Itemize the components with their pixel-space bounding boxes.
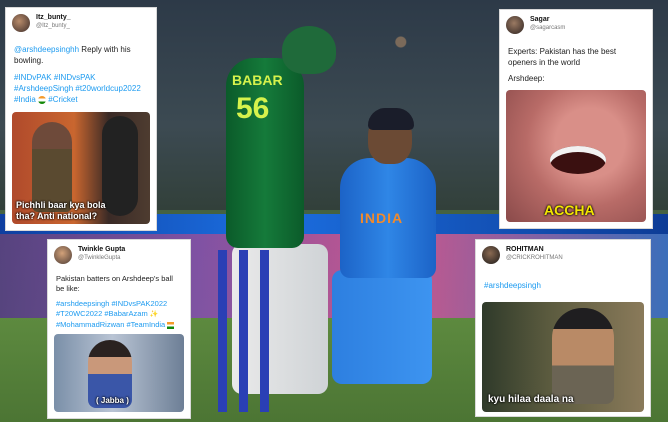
meme-caption: Pichhli baar kya bola tha? Anti national… [16,200,106,221]
tweet-card-itz-bunty[interactable]: Itz_bunty_ @Itz_bunty_ @arshdeepsinghh R… [6,8,156,230]
tweet-meme-image[interactable]: Pichhli baar kya bola tha? Anti national… [12,112,150,224]
hashtags-line-3: #India #Cricket [14,95,78,104]
batter-shirt-number: 56 [236,92,270,125]
avatar[interactable] [482,246,500,264]
hashtags-line-2[interactable]: #ArshdeepSingh #t20worldcup2022 [14,83,148,94]
meme-caption: ( Jabba ) [96,396,129,405]
batter-helmet [282,26,336,74]
tweet-meme-image[interactable]: ACCHA [506,90,646,222]
tweet-card-twinkle-gupta[interactable]: Twinkle Gupta @TwinkleGupta Pakistan bat… [48,240,190,418]
avatar[interactable] [506,16,524,34]
hashtag-link[interactable]: #arshdeepsingh [484,280,642,291]
meme-person [32,122,72,212]
india-flag-icon [38,95,47,104]
hashtags-line-1[interactable]: #INDvPAK #INDvsPAK [14,72,148,83]
meme-caption: ACCHA [544,202,595,218]
batter-shirt-name: BABAR [232,72,283,88]
tweet-author-name[interactable]: Twinkle Gupta [78,246,125,253]
bowler-shirt-text: INDIA [360,210,404,226]
avatar[interactable] [54,246,72,264]
tweet-author-name[interactable]: Sagar [530,16,549,23]
avatar[interactable] [12,14,30,32]
tweet-author-name[interactable]: ROHITMAN [506,246,544,253]
tweet-author-handle[interactable]: @TwinkleGupta [78,255,120,261]
tweet-text: @arshdeepsinghh Reply with his bowling. [14,45,131,65]
meme-caption: kyu hilaa daala na [488,394,574,405]
tweet-author-handle[interactable]: @CRICKROHITMAN [506,255,563,261]
meme-person [552,308,614,404]
hashtags-line-3: #MohammadRizwan #TeamIndia [56,320,182,330]
sparkle-emoji-icon: ✨ [149,311,159,318]
bowler-legs [332,270,432,384]
meme-figure [102,116,138,216]
hashtags-line-1[interactable]: #arshdeepsingh #INDvsPAK2022 [56,299,182,309]
tweet-card-rohitman[interactable]: ROHITMAN @CRICKROHITMAN #arshdeepsingh k… [476,240,650,416]
india-flag-icon [167,321,175,329]
bowler-patka [368,108,414,130]
meme-mouth [550,146,606,174]
stumps [218,250,270,412]
tweet-meme-image[interactable]: ( Jabba ) [54,334,184,412]
tweet-text: Pakistan batters on Arshdeep's ball be l… [56,274,173,293]
tweet-meme-image[interactable]: kyu hilaa daala na [482,302,644,412]
tweet-author-name[interactable]: Itz_bunty_ [36,14,71,21]
tweet-text: Experts: Pakistan has the best openers i… [508,47,617,67]
tweet-author-handle[interactable]: @sagarcasm [530,25,565,31]
tweet-card-sagar[interactable]: Sagar @sagarcasm Experts: Pakistan has t… [500,10,652,228]
tweet-author-handle[interactable]: @Itz_bunty_ [36,23,70,29]
mention-link[interactable]: @arshdeepsinghh [14,45,79,54]
tweet-text-2: Arshdeep: [508,74,545,83]
hashtags-line-2: #T20WC2022 #BabarAzam ✨ [56,309,159,318]
